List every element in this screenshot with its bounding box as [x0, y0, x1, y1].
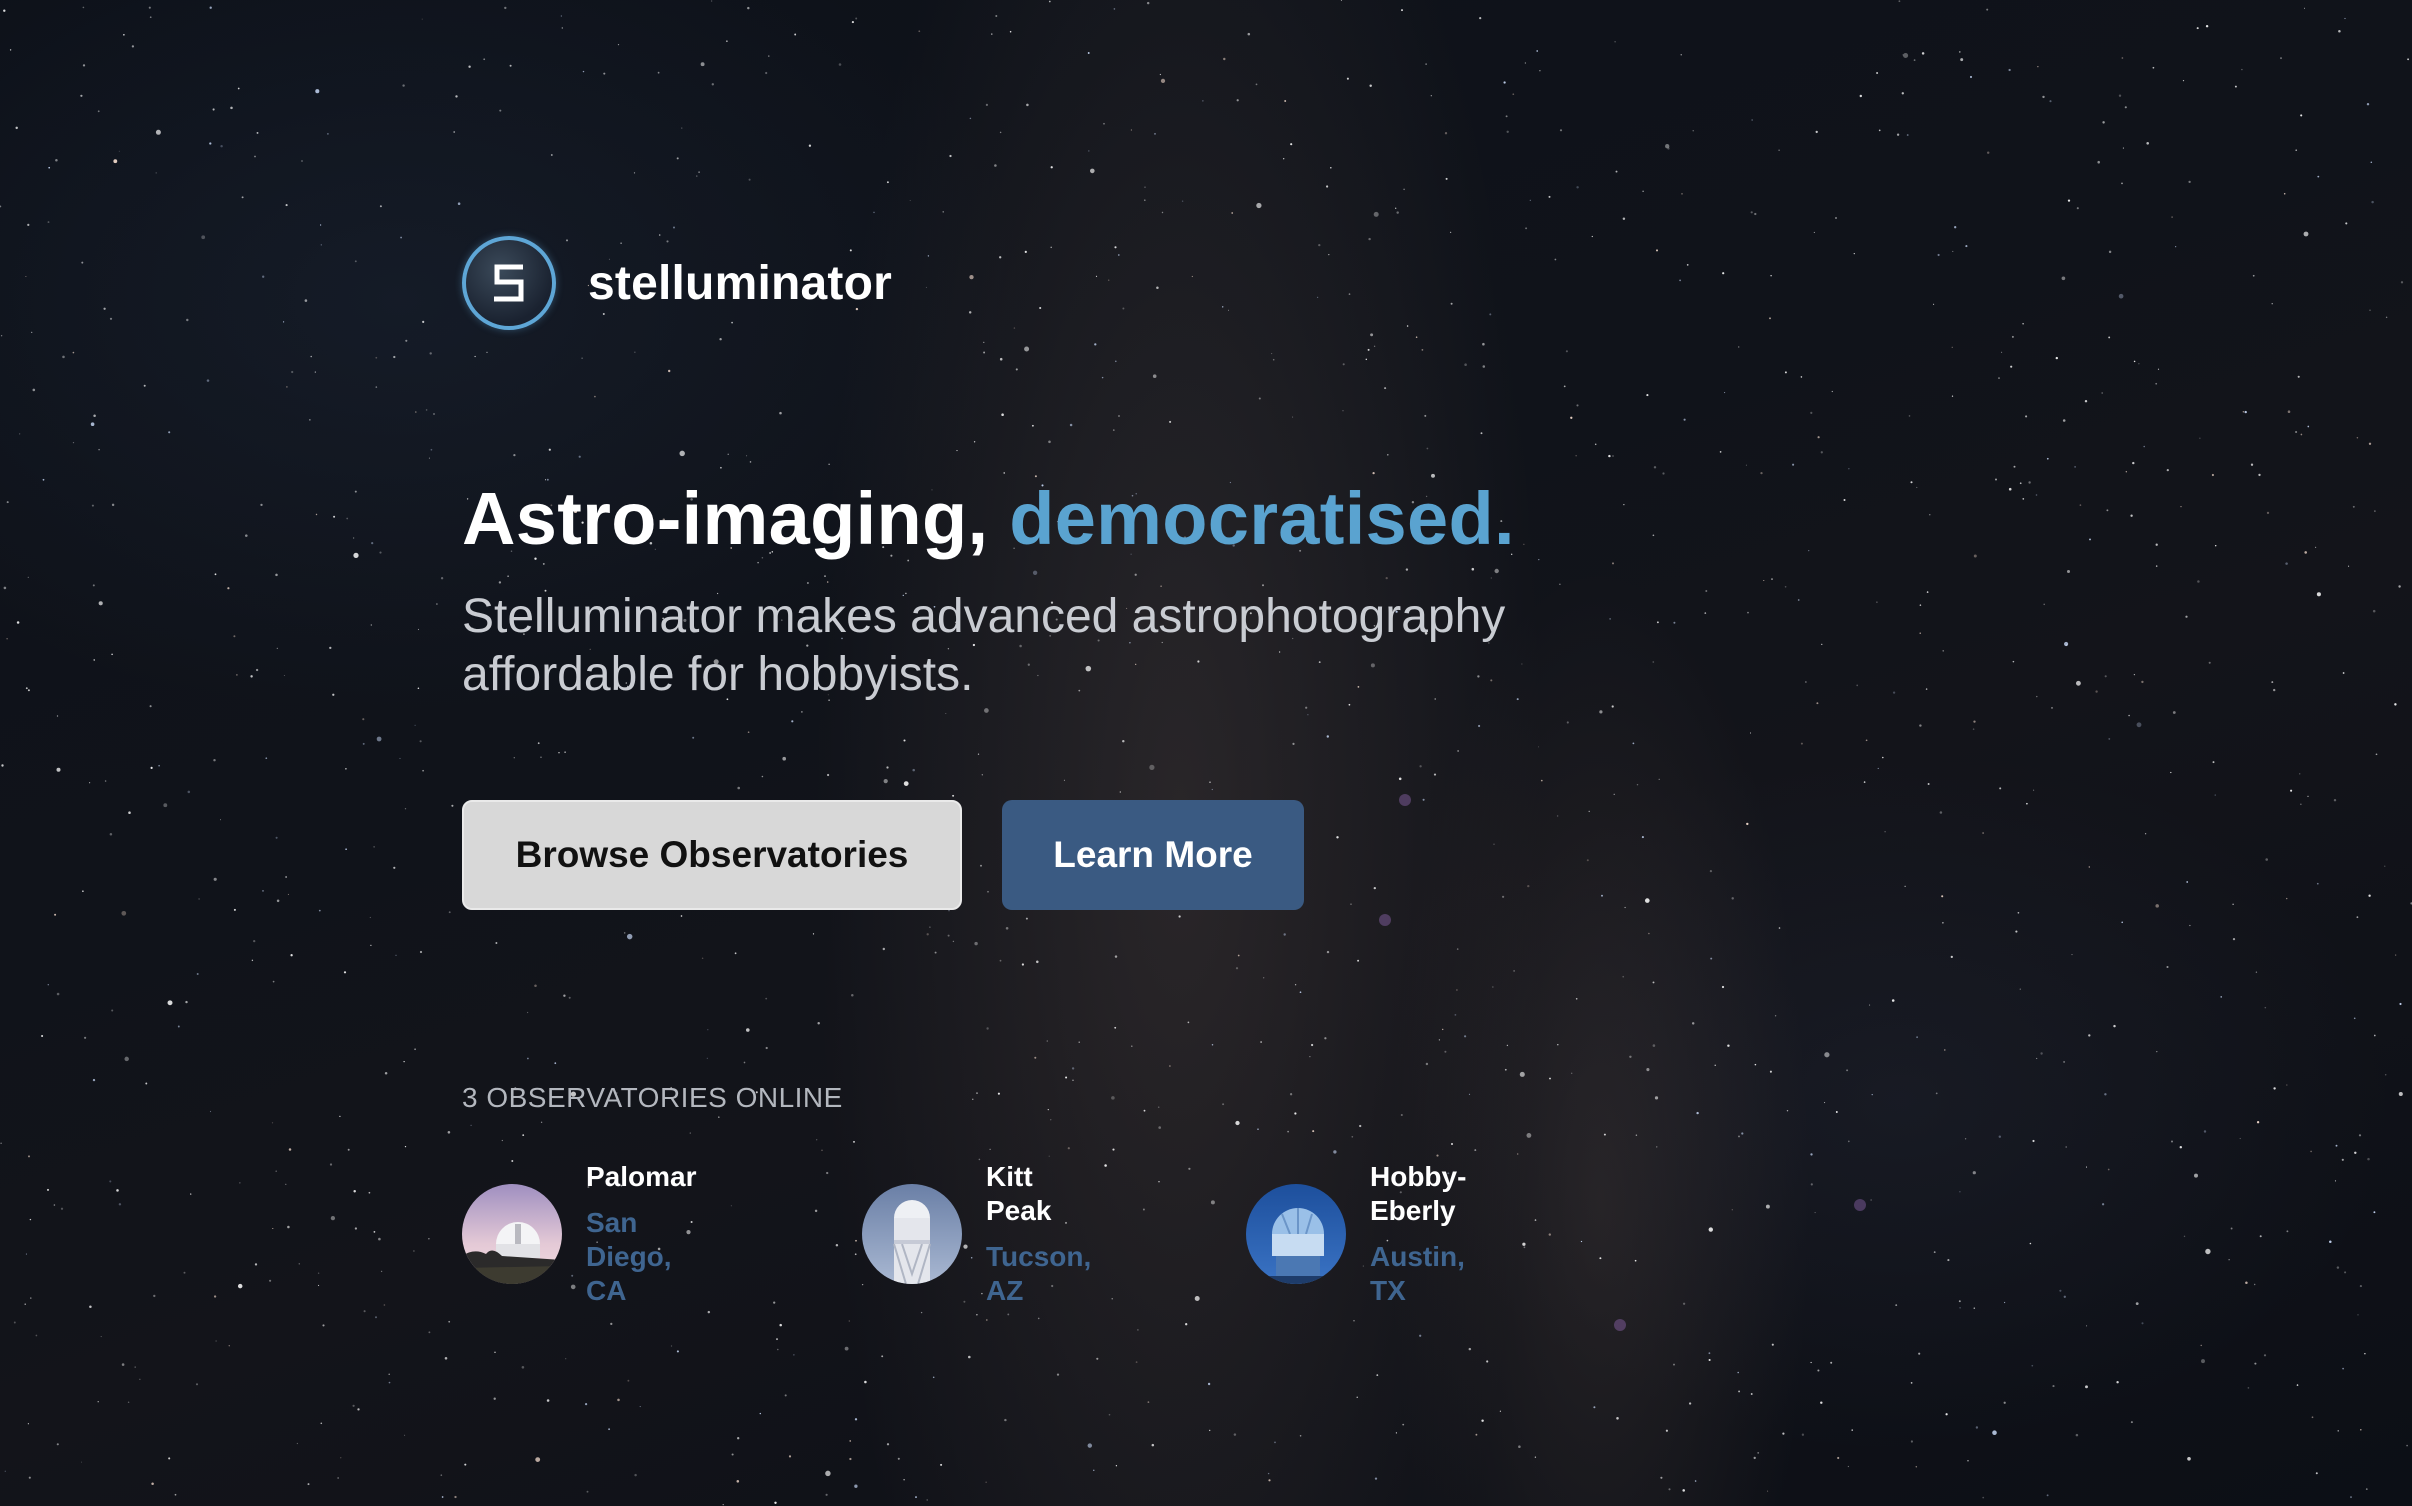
browse-observatories-button[interactable]: Browse Observatories [462, 800, 962, 910]
s-logo-icon [462, 236, 556, 330]
headline-main: Astro-imaging, [462, 477, 1010, 560]
observatories-online-count: 3 OBSERVATORIES ONLINE [462, 1082, 843, 1113]
hero-subtitle: Stelluminator makes advanced astrophotog… [462, 590, 1506, 701]
brand-name: stelluminator [588, 256, 892, 310]
observatory-item-hobby-eberly[interactable]: Hobby-Eberly Austin, TX [1246, 1160, 1466, 1308]
hero-actions: Browse Observatories Learn More [462, 800, 1304, 910]
observatory-location: Austin, TX [1370, 1241, 1465, 1306]
observatory-name: Kitt Peak [986, 1161, 1052, 1226]
observatory-location: San Diego, CA [586, 1207, 672, 1306]
hero-background: stelluminator Astro-imaging, democratise… [0, 0, 2412, 1506]
observatory-tower-icon [862, 1184, 962, 1284]
observatory-item-kitt-peak[interactable]: Kitt Peak Tucson, AZ [862, 1160, 1091, 1308]
brand[interactable]: stelluminator [462, 236, 892, 330]
hero-headline: Astro-imaging, democratised. [462, 476, 1515, 561]
observatory-dome-icon [1246, 1184, 1346, 1284]
headline-accent: democratised. [1009, 477, 1515, 560]
observatory-name: Palomar [586, 1161, 697, 1192]
observatory-location: Tucson, AZ [986, 1241, 1092, 1306]
starfield-background [0, 0, 2412, 1506]
observatory-dome-icon [462, 1184, 562, 1284]
observatory-name: Hobby-Eberly [1370, 1161, 1467, 1226]
observatory-item-palomar[interactable]: Palomar San Diego, CA [462, 1160, 697, 1308]
learn-more-button[interactable]: Learn More [1002, 800, 1304, 910]
